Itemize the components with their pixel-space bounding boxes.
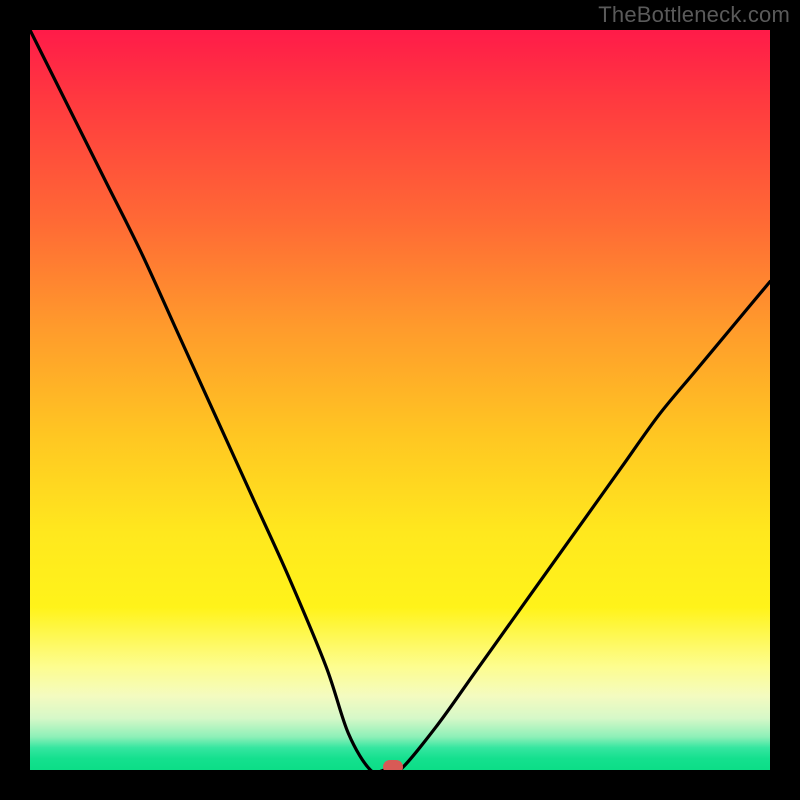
optimal-point-marker [383,760,403,770]
chart-frame: TheBottleneck.com [0,0,800,800]
attribution-label: TheBottleneck.com [598,2,790,28]
plot-area [30,30,770,770]
bottleneck-curve [30,30,770,770]
